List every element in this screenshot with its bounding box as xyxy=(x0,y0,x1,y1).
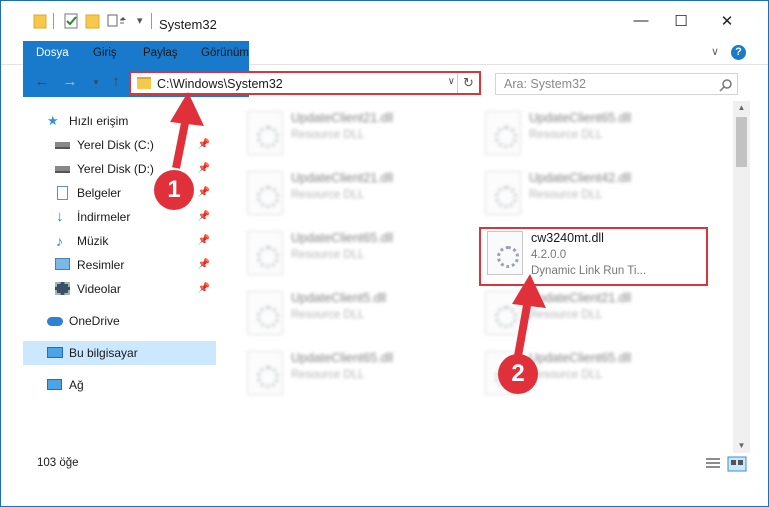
arrow-2-head xyxy=(512,274,546,308)
arrow-1 xyxy=(172,117,190,169)
arrow-2 xyxy=(514,299,532,357)
callout-2: 2 xyxy=(498,354,538,394)
annotation-arrows xyxy=(170,92,546,357)
arrow-1-head xyxy=(170,92,204,126)
callout-1: 1 xyxy=(154,170,194,210)
